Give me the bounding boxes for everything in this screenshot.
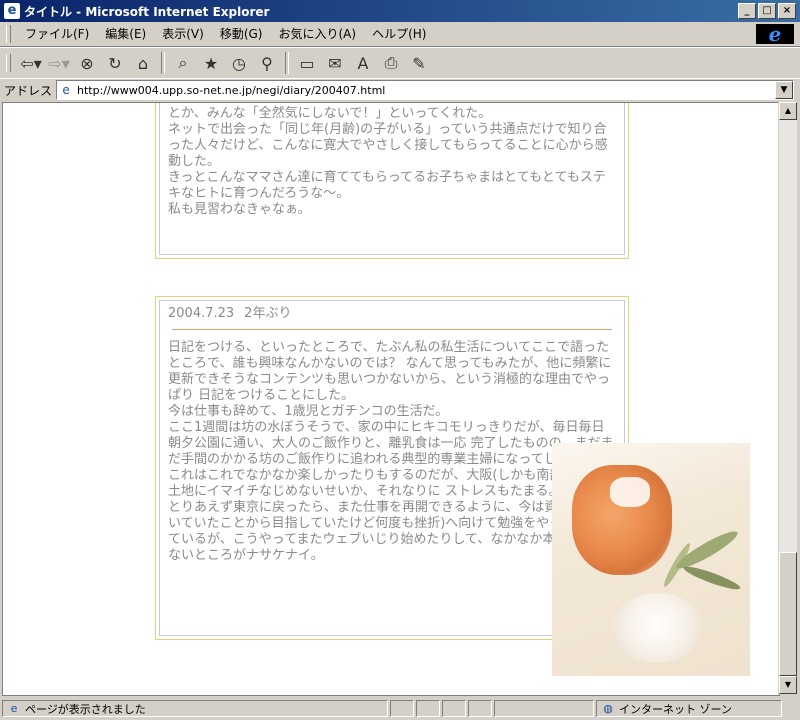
menu-grip bbox=[6, 25, 11, 43]
scroll-down-button[interactable]: ▼ bbox=[779, 676, 797, 694]
font-icon[interactable]: A bbox=[351, 51, 375, 75]
standard-toolbar: ⇦▾ ⇨▾ ⊗ ↻ ⌂ ⌕ ★ ◷ ⚲ ▭ ✉ A ⎙ ✎ bbox=[0, 47, 800, 79]
toolbar-separator bbox=[285, 52, 289, 74]
vertical-scrollbar[interactable]: ▲ ▼ bbox=[778, 102, 797, 694]
maximize-button[interactable]: □ bbox=[758, 3, 776, 19]
menu-view[interactable]: 表示(V) bbox=[154, 24, 212, 44]
address-label: アドレス bbox=[4, 83, 53, 98]
status-empty-panel bbox=[416, 700, 440, 717]
entry-divider bbox=[172, 329, 612, 330]
entry-date: 2004.7.23 bbox=[168, 306, 235, 321]
page-done-icon: e bbox=[10, 701, 18, 715]
status-empty-panel bbox=[390, 700, 414, 717]
stop-icon[interactable]: ⊗ bbox=[75, 51, 99, 75]
flower-shape bbox=[612, 593, 702, 663]
menu-edit[interactable]: 編集(E) bbox=[97, 24, 154, 44]
title-bar: e タイトル - Microsoft Internet Explorer _ □… bbox=[0, 0, 800, 22]
entry-text-line: ここ1週間は坊の水ぼうそうで、家の中にヒキコモリっきりだが、毎日毎日朝夕公園に通… bbox=[168, 420, 614, 467]
search-icon[interactable]: ⌕ bbox=[171, 51, 195, 75]
internet-zone-icon: ◍ bbox=[603, 701, 613, 715]
entry-text-line: きっとこんなママさん達に育ててもらってるお子ちゃまはとてもとてもステキなヒトに育… bbox=[168, 170, 606, 201]
entry-text-line: ネットで出会った「同じ年(月齢)の子がいる」っていう共通点だけで知り合った人々だ… bbox=[168, 122, 608, 169]
status-empty-panel bbox=[468, 700, 492, 717]
entry-text-line: 私も見習わなきゃなぁ。 bbox=[168, 202, 311, 217]
menu-file[interactable]: ファイル(F) bbox=[17, 24, 97, 44]
status-text-panel: e ページが表示されました bbox=[2, 700, 388, 717]
toolbar-grip bbox=[6, 54, 11, 72]
back-arrow-icon[interactable]: ⇦▾ bbox=[19, 51, 43, 75]
decorative-tea-photo bbox=[552, 443, 750, 676]
entry-header: 2004.7.23 2年ぶり bbox=[168, 305, 616, 323]
address-bar: アドレス e ▼ bbox=[0, 78, 800, 101]
ie-logo: e bbox=[756, 24, 794, 44]
menu-help[interactable]: ヘルプ(H) bbox=[364, 24, 434, 44]
refresh-icon[interactable]: ↻ bbox=[103, 51, 127, 75]
menu-go[interactable]: 移動(G) bbox=[212, 24, 271, 44]
address-input[interactable] bbox=[77, 83, 775, 97]
entry-text-line: 今は仕事も辞めて、1歳児とガチンコの生活だ。 bbox=[168, 404, 449, 419]
ie-app-icon[interactable]: e bbox=[4, 3, 20, 19]
fullscreen-icon[interactable]: ▭ bbox=[295, 51, 319, 75]
entry-text-line: これはこれでなかなか楽しかったりもするのだが、大阪(しかも南部)という土地にイマ… bbox=[168, 468, 607, 499]
home-icon[interactable]: ⌂ bbox=[131, 51, 155, 75]
entry-title: 2年ぶり bbox=[244, 306, 292, 321]
address-field: e ▼ bbox=[56, 80, 794, 100]
history-icon[interactable]: ◷ bbox=[227, 51, 251, 75]
toolbar-separator bbox=[161, 52, 165, 74]
scroll-up-button[interactable]: ▲ bbox=[779, 102, 797, 120]
zone-text: インターネット ゾーン bbox=[619, 702, 732, 716]
menu-favorites[interactable]: お気に入り(A) bbox=[270, 24, 364, 44]
status-empty-panel bbox=[494, 700, 594, 717]
ie-logo-icon: e bbox=[768, 22, 782, 46]
status-bar: e ページが表示されました ◍ インターネット ゾーン bbox=[0, 697, 800, 720]
status-text: ページが表示されました bbox=[25, 702, 146, 716]
status-empty-panel bbox=[442, 700, 466, 717]
favorites-icon[interactable]: ★ bbox=[199, 51, 223, 75]
zone-panel: ◍ インターネット ゾーン bbox=[596, 700, 782, 717]
scroll-thumb[interactable] bbox=[779, 552, 797, 676]
page-content[interactable]: い出になる」とか「言うの辛かっただろうけど、知らせてくれてありがとう」とか、みん… bbox=[2, 102, 780, 696]
edit-icon[interactable]: ✎ bbox=[407, 51, 431, 75]
address-dropdown-button[interactable]: ▼ bbox=[775, 81, 793, 99]
diary-entry-previous: い出になる」とか「言うの辛かっただろうけど、知らせてくれてありがとう」とか、みん… bbox=[155, 103, 629, 259]
close-button[interactable]: × bbox=[778, 3, 796, 19]
print-icon[interactable]: ⎙ bbox=[379, 51, 403, 75]
channels-icon[interactable]: ⚲ bbox=[255, 51, 279, 75]
page-icon: e bbox=[62, 83, 70, 97]
minimize-button[interactable]: _ bbox=[738, 3, 756, 19]
entry-text-line: 日記をつける、といったところで、たぶん私の私生活についてここで語ったところで、誰… bbox=[168, 340, 612, 403]
forward-arrow-icon[interactable]: ⇨▾ bbox=[47, 51, 71, 75]
window-title: タイトル - Microsoft Internet Explorer bbox=[24, 4, 270, 19]
entry-text-line: とりあえず東京に戻ったら、また仕事を再開できるように、今は資格取得(働いていたこ… bbox=[168, 500, 615, 563]
ice-shape bbox=[610, 477, 650, 507]
menu-bar: ファイル(F) 編集(E) 表示(V) 移動(G) お気に入り(A) ヘルプ(H… bbox=[0, 22, 800, 47]
entry-text-line: い出になる」とか「言うの辛かっただろうけど、知らせてくれてありがとう」とか、みん… bbox=[168, 103, 614, 121]
mail-icon[interactable]: ✉ bbox=[323, 51, 347, 75]
